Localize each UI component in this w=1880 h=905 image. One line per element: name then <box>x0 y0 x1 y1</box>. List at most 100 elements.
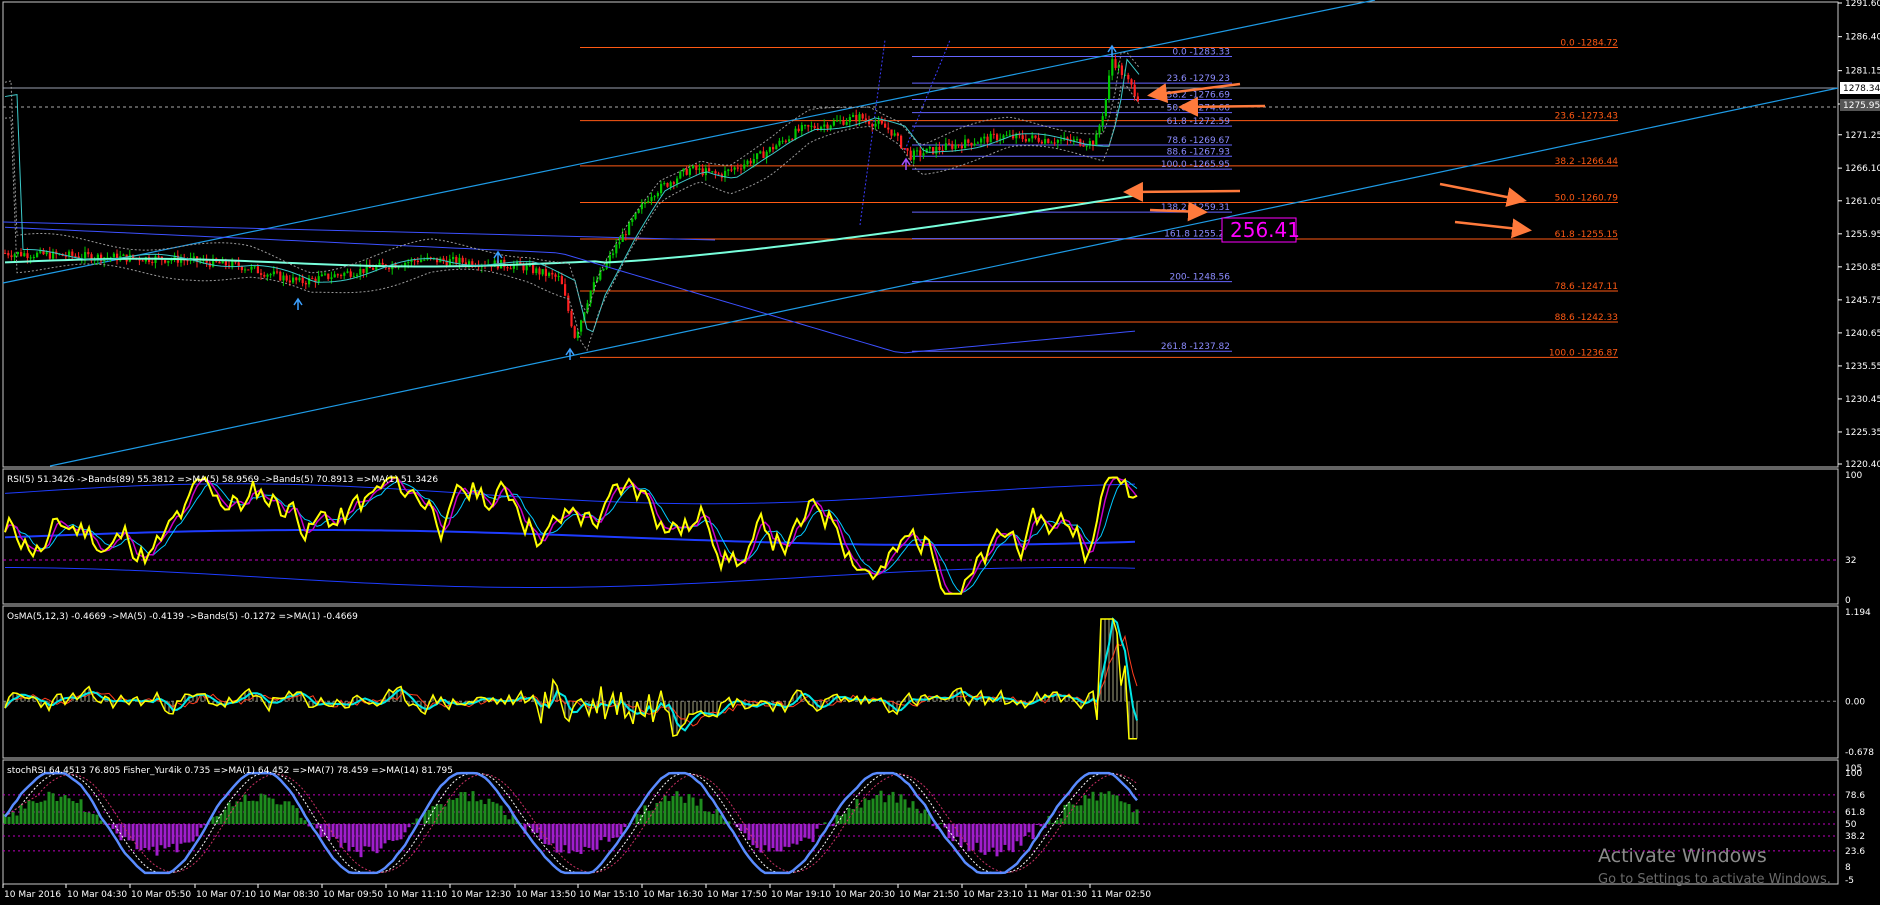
candle-body <box>701 168 704 176</box>
osma-axis-label: 1.194 <box>1845 608 1871 618</box>
candle-body <box>852 115 855 118</box>
x-axis-label: 10 Mar 23:10 <box>963 890 1023 900</box>
candle-body <box>1037 137 1040 142</box>
stoch-axis-label: -5 <box>1845 876 1854 886</box>
current-price-tag-label: 1278.34 <box>1843 84 1880 94</box>
trading-chart[interactable]: 0.0 -1284.72 23.6 -1273.43 38.2 -1266.44 50… <box>0 0 1880 905</box>
rsi-panel-frame <box>2 468 1839 605</box>
candle-body <box>884 123 887 128</box>
candle-body <box>32 256 35 258</box>
candle-body <box>186 260 189 262</box>
bollinger-upper <box>4 51 1140 314</box>
candle-body <box>500 259 503 269</box>
price-panel: 0.0 -1284.72 23.6 -1273.43 38.2 -1266.44 50… <box>2 0 1839 467</box>
candle-body <box>112 253 115 258</box>
candle-body <box>967 139 970 143</box>
candle-body <box>1005 135 1008 137</box>
candle-body <box>333 274 336 278</box>
x-axis-label: 11 Mar 02:50 <box>1091 890 1151 900</box>
candle-body <box>858 114 861 122</box>
x-axis-label: 10 Mar 04:30 <box>67 890 127 900</box>
candle-body <box>788 139 791 142</box>
candle-body <box>656 193 659 197</box>
rsi-band-mid <box>4 529 1136 546</box>
support-line <box>2 221 716 241</box>
rsi-band-lower <box>4 567 1136 588</box>
candle-body <box>823 124 826 127</box>
candle-body <box>714 171 717 174</box>
candle-body <box>685 168 688 175</box>
candle-body <box>887 127 890 130</box>
candle-body <box>733 167 736 170</box>
candle-body <box>781 140 784 142</box>
candle-body <box>1021 135 1024 140</box>
candle-body <box>279 271 282 281</box>
candle-body <box>509 268 512 270</box>
candle-body <box>989 133 992 143</box>
candle-body <box>506 267 509 269</box>
candle-body <box>1024 139 1027 142</box>
candle-body <box>746 160 749 165</box>
candle-body <box>631 218 634 222</box>
candle-body <box>420 259 423 263</box>
candle-body <box>874 123 877 127</box>
candle-body <box>26 253 29 258</box>
candle-body <box>564 284 567 296</box>
candle-body <box>343 272 346 276</box>
price-axis-label: 1220.40 <box>1845 460 1880 470</box>
x-axis-label: 10 Mar 13:50 <box>516 890 576 900</box>
candle-body <box>23 253 26 257</box>
candle-body <box>218 261 221 264</box>
candle-body <box>698 168 701 171</box>
candle-body <box>324 273 327 275</box>
rsi-band-upper <box>4 483 1136 505</box>
candle-body <box>708 168 711 172</box>
candle-body <box>10 255 13 258</box>
candle-body <box>688 168 691 175</box>
candle-body <box>679 171 682 179</box>
ma-blue-line <box>4 226 1136 354</box>
candle-body <box>855 115 858 122</box>
candle-body <box>570 310 573 327</box>
x-axis-label: 10 Mar 12:30 <box>451 890 511 900</box>
stoch-axis-label: 38.2 <box>1845 832 1865 842</box>
candle-body <box>525 265 528 271</box>
candle-body <box>893 133 896 136</box>
x-axis-label: 11 Mar 01:30 <box>1027 890 1087 900</box>
candle-body <box>948 143 951 145</box>
candle-body <box>256 266 259 274</box>
candle-body <box>74 255 77 257</box>
price-axis-label: 1225.35 <box>1845 428 1880 438</box>
fractal-arrow <box>293 297 303 310</box>
x-axis-label: 10 Mar 05:50 <box>131 890 191 900</box>
price-axis-label: 1250.85 <box>1845 263 1880 273</box>
price-axis-label: 1255.95 <box>1845 230 1880 240</box>
candle-body <box>346 271 349 273</box>
candle-body <box>644 202 647 204</box>
fib-right-label: 50.0 -1260.79 <box>1555 193 1619 203</box>
price-box-value: 256.41 <box>1230 218 1300 242</box>
price-axis-label: 1266.10 <box>1845 164 1880 174</box>
price-axis-label: 1245.75 <box>1845 296 1880 306</box>
candle-body <box>304 283 307 285</box>
candle-body <box>871 124 874 127</box>
candle-body <box>285 275 288 281</box>
osma-title: OsMA(5,12,3) -0.4669 ->MA(5) -0.4139 ->B… <box>7 612 358 622</box>
candle-body <box>1098 125 1101 135</box>
fib-right-label: 38.2 -1266.44 <box>1555 157 1619 167</box>
candle-body <box>653 196 656 198</box>
candle-body <box>762 151 765 158</box>
candle-body <box>1127 74 1130 80</box>
candle-body <box>647 201 650 203</box>
candle-body <box>151 261 154 263</box>
price-axis-label: 1291.60 <box>1845 0 1880 9</box>
candle-body <box>775 145 778 150</box>
candle-body <box>20 252 23 257</box>
candle-body <box>359 268 362 275</box>
price-axis-label: 1240.65 <box>1845 329 1880 339</box>
candle-body <box>612 253 615 255</box>
rsi-axis-label: 32 <box>1845 556 1856 566</box>
candle-body <box>650 197 653 202</box>
candle-body <box>778 140 781 146</box>
candle-body <box>71 251 74 256</box>
